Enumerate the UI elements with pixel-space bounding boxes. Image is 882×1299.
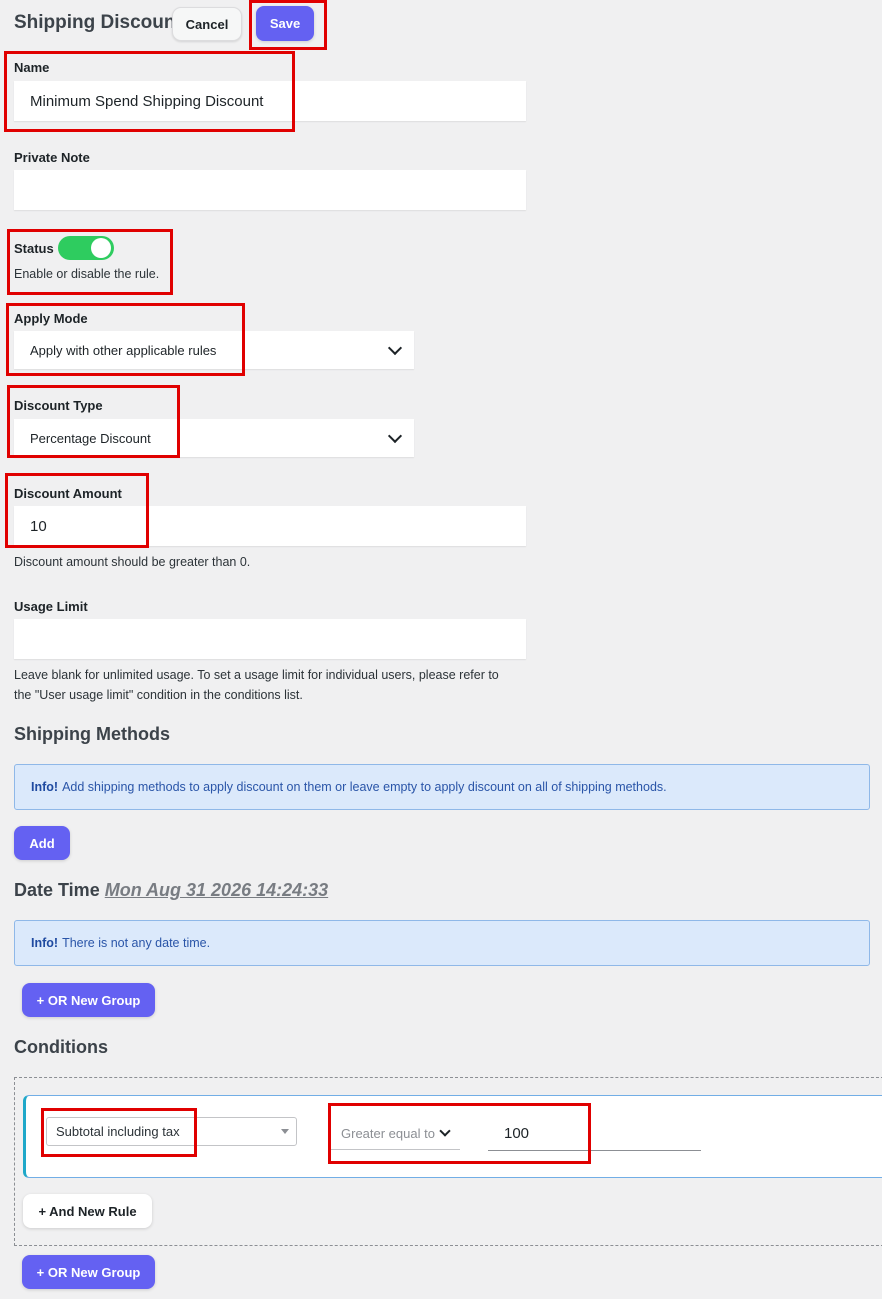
chevron-down-icon (439, 1125, 451, 1137)
date-time-or-group-button[interactable]: + OR New Group (22, 983, 155, 1017)
info-text: There is not any date time. (62, 936, 211, 950)
shipping-methods-info: Info! Add shipping methods to apply disc… (14, 764, 870, 810)
apply-mode-label: Apply Mode (14, 311, 88, 326)
name-label: Name (14, 60, 50, 75)
add-shipping-method-button[interactable]: Add (14, 826, 70, 860)
status-label: Status (14, 241, 54, 256)
status-help-text: Enable or disable the rule. (14, 267, 160, 281)
info-text: Add shipping methods to apply discount o… (62, 780, 667, 794)
toggle-knob (91, 238, 111, 258)
condition-operator-select[interactable]: Greater equal to (331, 1117, 460, 1150)
date-time-section: Date Time Mon Aug 31 2026 14:24:33 (14, 880, 328, 901)
condition-operator-value: Greater equal to (341, 1125, 435, 1141)
usage-limit-help-line1: Leave blank for unlimited usage. To set … (14, 668, 499, 682)
discount-type-label: Discount Type (14, 398, 103, 413)
page-title: Shipping Discount (14, 12, 182, 33)
save-button[interactable]: Save (256, 6, 314, 41)
cancel-button[interactable]: Cancel (172, 7, 242, 41)
conditions-title: Conditions (14, 1037, 108, 1057)
date-time-title: Date Time (14, 880, 100, 900)
chevron-down-icon (387, 340, 403, 355)
usage-limit-label: Usage Limit (14, 599, 88, 614)
and-new-rule-button[interactable]: + And New Rule (23, 1194, 152, 1228)
discount-amount-help: Discount amount should be greater than 0… (14, 555, 251, 569)
usage-limit-help-line2: the "User usage limit" condition in the … (14, 688, 303, 702)
discount-amount-input[interactable]: 10 (14, 506, 526, 546)
info-prefix: Info! (31, 936, 59, 950)
condition-field-value: Subtotal including tax (56, 1124, 180, 1139)
date-time-value[interactable]: Mon Aug 31 2026 14:24:33 (105, 880, 328, 900)
chevron-down-icon (387, 428, 403, 443)
private-note-label: Private Note (14, 150, 90, 165)
condition-field-select[interactable]: Subtotal including tax (46, 1117, 297, 1146)
apply-mode-select[interactable]: Apply with other applicable rules (14, 331, 414, 369)
conditions-or-group-button[interactable]: + OR New Group (22, 1255, 155, 1289)
discount-type-select[interactable]: Percentage Discount (14, 419, 414, 457)
caret-down-icon (281, 1129, 289, 1134)
apply-mode-value: Apply with other applicable rules (30, 342, 217, 358)
shipping-methods-title: Shipping Methods (14, 724, 170, 744)
usage-limit-input[interactable] (14, 619, 526, 659)
condition-value-input[interactable]: 100 (488, 1117, 701, 1151)
discount-type-value: Percentage Discount (30, 430, 151, 446)
status-toggle[interactable] (58, 236, 114, 260)
info-prefix: Info! (31, 780, 59, 794)
private-note-input[interactable] (14, 170, 526, 210)
name-input[interactable]: Minimum Spend Shipping Discount (14, 81, 526, 121)
discount-amount-label: Discount Amount (14, 486, 122, 501)
date-time-info: Info! There is not any date time. (14, 920, 870, 966)
